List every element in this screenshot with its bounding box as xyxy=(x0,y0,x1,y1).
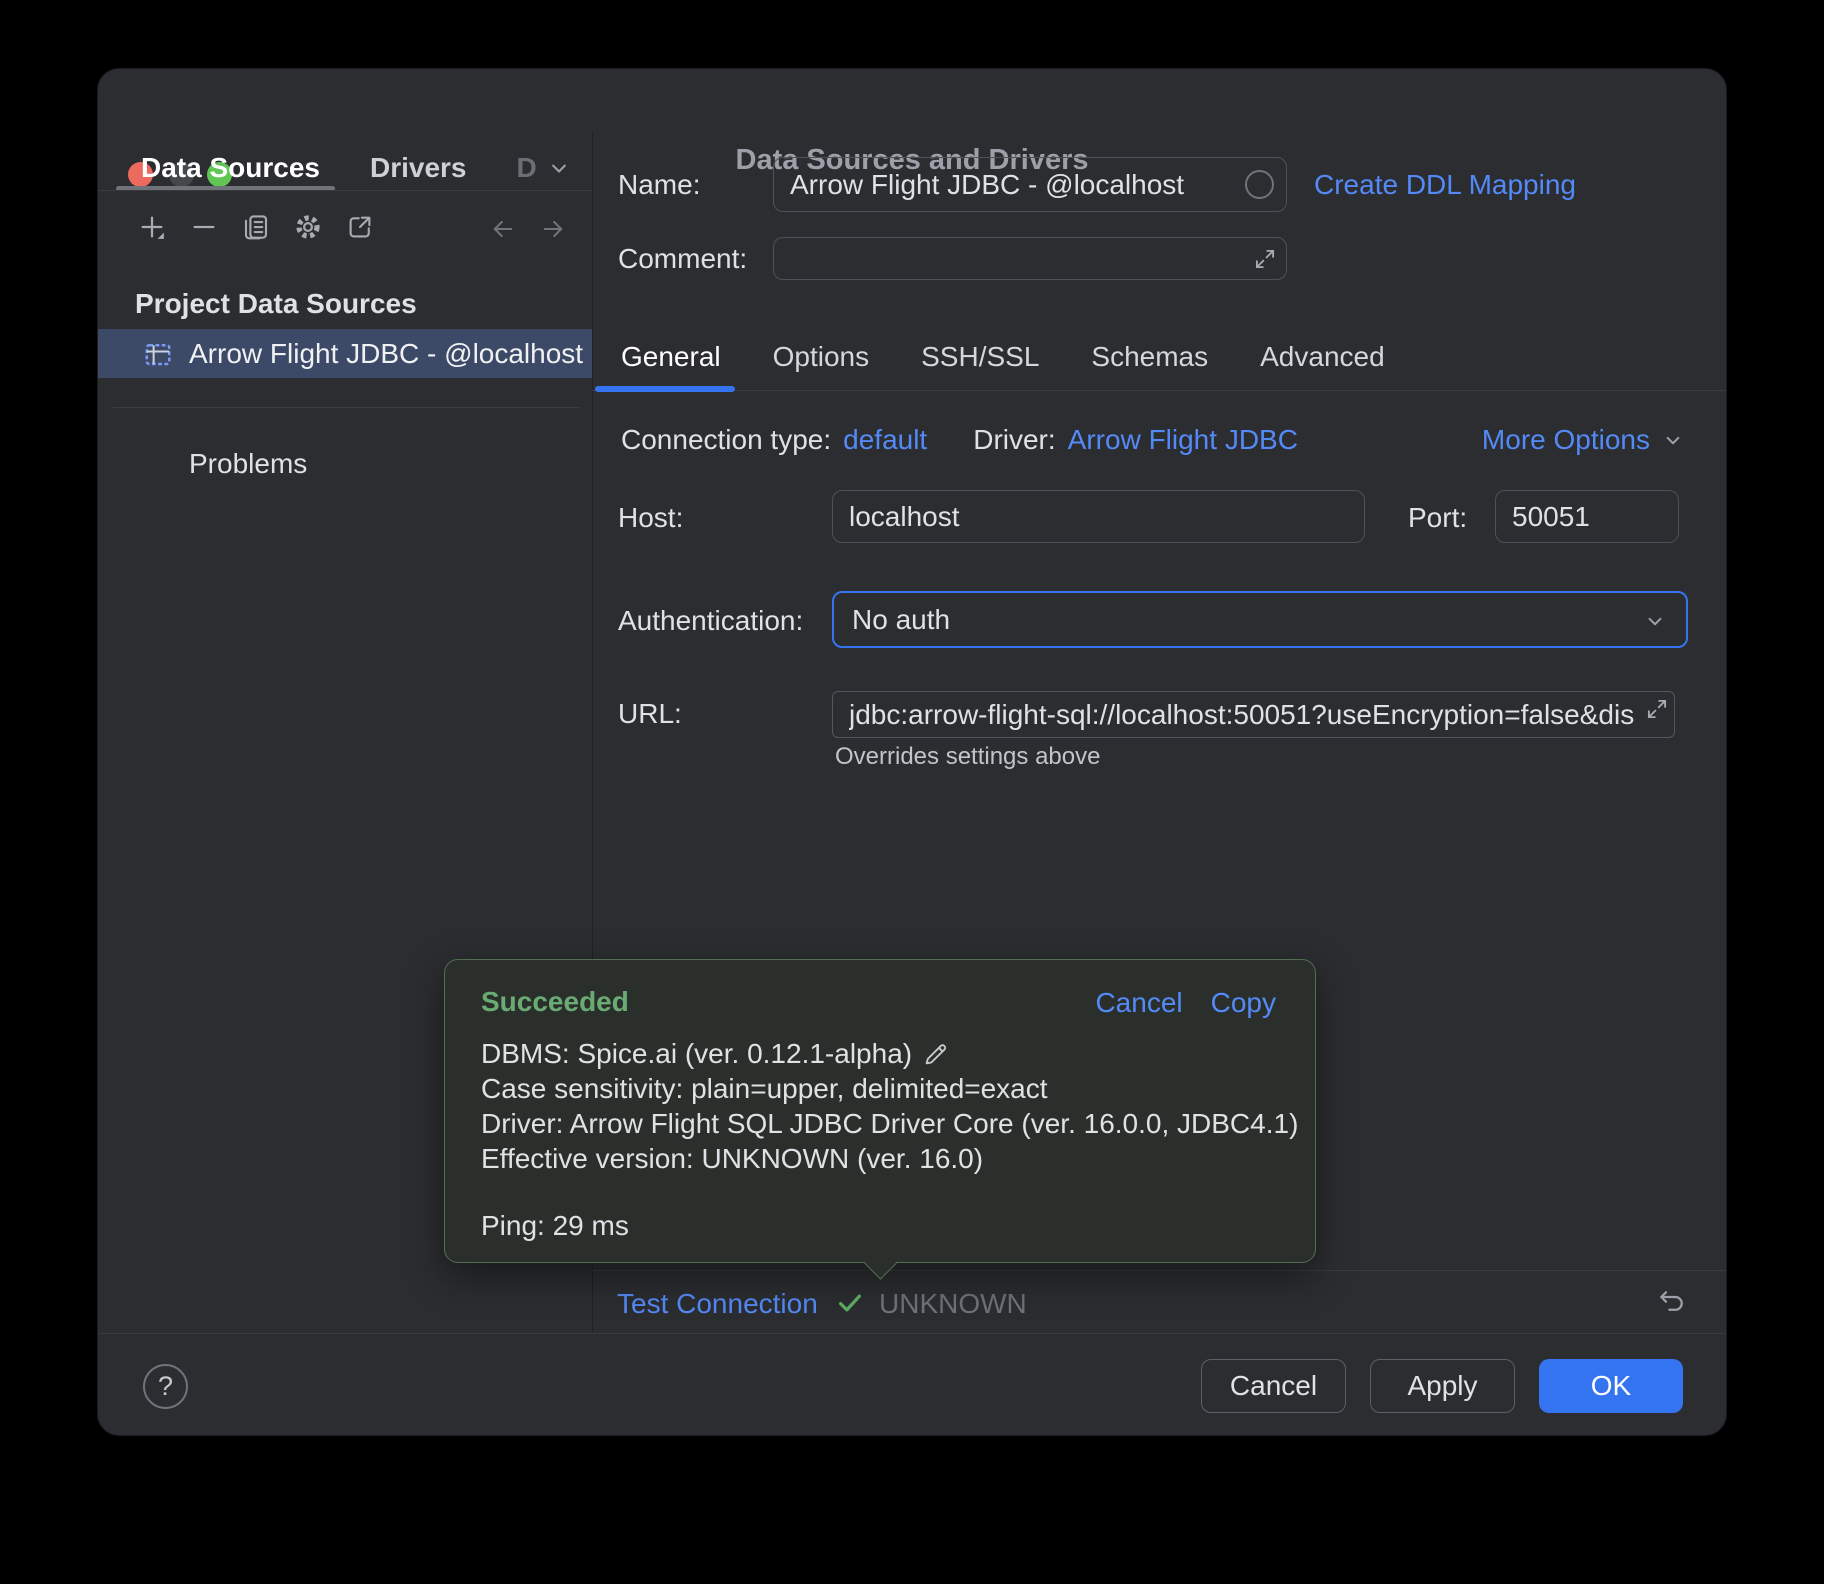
url-hint: Overrides settings above xyxy=(835,743,1100,771)
test-connection-popup: Succeeded Cancel Copy DBMS: Spice.ai (ve… xyxy=(444,959,1316,1263)
comment-input[interactable] xyxy=(774,238,1286,279)
driver-label: Driver: xyxy=(973,423,1055,457)
url-field[interactable] xyxy=(832,691,1675,738)
add-icon[interactable] xyxy=(136,211,168,243)
color-swatch-icon[interactable] xyxy=(1245,170,1274,199)
open-in-new-icon[interactable] xyxy=(344,211,376,243)
create-ddl-mapping-link[interactable]: Create DDL Mapping xyxy=(1314,168,1576,202)
connection-status: UNKNOWN xyxy=(879,1287,1027,1321)
host-input[interactable] xyxy=(833,491,1364,542)
connection-type-value[interactable]: default xyxy=(843,423,927,457)
ok-button[interactable]: OK xyxy=(1539,1359,1683,1413)
form-tabstrip-border xyxy=(592,390,1727,391)
popup-line-ping: Ping: 29 ms xyxy=(481,1210,629,1242)
tab-general[interactable]: General xyxy=(621,341,721,373)
gear-icon[interactable] xyxy=(292,211,324,243)
sidebar-toolbar xyxy=(136,211,376,243)
url-input[interactable] xyxy=(833,692,1674,737)
datasource-label: Arrow Flight JDBC - @localhost xyxy=(189,329,583,378)
forward-arrow-icon[interactable] xyxy=(539,213,567,245)
remove-icon[interactable] xyxy=(188,211,220,243)
port-input[interactable] xyxy=(1496,491,1678,542)
undo-icon[interactable] xyxy=(1656,1285,1688,1317)
tab-options[interactable]: Options xyxy=(773,341,870,373)
name-field[interactable] xyxy=(773,157,1287,212)
datasource-list-item[interactable]: Arrow Flight JDBC - @localhost xyxy=(98,329,592,378)
tab-advanced[interactable]: Advanced xyxy=(1260,341,1385,373)
help-button[interactable]: ? xyxy=(143,1364,188,1409)
apply-button[interactable]: Apply xyxy=(1370,1359,1515,1413)
section-title: Project Data Sources xyxy=(135,287,417,321)
popup-cancel-link[interactable]: Cancel xyxy=(1095,986,1182,1020)
pencil-icon[interactable] xyxy=(922,1040,950,1068)
port-label: Port: xyxy=(1408,501,1467,535)
port-field[interactable] xyxy=(1495,490,1679,543)
desktop: Data Sources and Drivers Data Sources Dr… xyxy=(0,0,1824,1584)
test-connection-bar: Test Connection UNKNOWN xyxy=(592,1270,1727,1333)
popup-line-effective: Effective version: UNKNOWN (ver. 16.0) xyxy=(481,1143,983,1175)
popup-copy-link[interactable]: Copy xyxy=(1211,986,1276,1020)
popup-line-case: Case sensitivity: plain=upper, delimited… xyxy=(481,1073,1048,1105)
authentication-value: No auth xyxy=(852,603,950,637)
sidebar-divider xyxy=(113,407,580,408)
help-glyph: ? xyxy=(158,1371,173,1402)
driver-value-link[interactable]: Arrow Flight JDBC xyxy=(1068,423,1298,457)
cancel-button[interactable]: Cancel xyxy=(1201,1359,1346,1413)
form-tabstrip: General Options SSH/SSL Schemas Advanced xyxy=(621,341,1385,373)
name-input[interactable] xyxy=(774,158,1286,211)
tab-schemas[interactable]: Schemas xyxy=(1091,341,1208,373)
datasource-icon xyxy=(143,339,173,369)
chevron-down-icon[interactable] xyxy=(545,154,573,182)
host-label: Host: xyxy=(618,501,683,535)
chevron-down-icon xyxy=(1642,608,1668,634)
nav-arrows xyxy=(489,213,567,245)
status-badge: Succeeded xyxy=(481,986,629,1018)
authentication-select[interactable]: No auth xyxy=(832,591,1688,648)
authentication-label: Authentication: xyxy=(618,604,803,638)
popup-line-driver: Driver: Arrow Flight SQL JDBC Driver Cor… xyxy=(481,1108,1298,1140)
host-field[interactable] xyxy=(832,490,1365,543)
test-connection-link[interactable]: Test Connection xyxy=(617,1287,818,1321)
expand-icon[interactable] xyxy=(1252,246,1278,272)
sidebar-tab-drivers[interactable]: Drivers xyxy=(370,152,467,184)
duplicate-icon[interactable] xyxy=(240,211,272,243)
back-arrow-icon[interactable] xyxy=(489,213,517,245)
sidebar-tab-data-sources[interactable]: Data Sources xyxy=(141,152,320,184)
popup-line-dbms: DBMS: Spice.ai (ver. 0.12.1-alpha) xyxy=(481,1038,912,1070)
name-label: Name: xyxy=(618,168,700,202)
url-label: URL: xyxy=(618,697,682,731)
expand-icon[interactable] xyxy=(1644,696,1670,722)
connection-type-label: Connection type: xyxy=(621,423,831,457)
comment-field[interactable] xyxy=(773,237,1287,280)
sidebar-tabstrip-border xyxy=(98,190,592,191)
sidebar-item-problems[interactable]: Problems xyxy=(189,447,307,481)
active-form-tab-underline xyxy=(595,386,735,392)
more-options[interactable]: More Options xyxy=(1482,423,1686,457)
chevron-down-icon xyxy=(1660,427,1686,453)
sidebar-tab-overflow[interactable]: D xyxy=(516,152,536,184)
check-icon xyxy=(835,1288,865,1318)
data-sources-dialog: Data Sources and Drivers Data Sources Dr… xyxy=(97,68,1727,1436)
tab-ssh-ssl[interactable]: SSH/SSL xyxy=(921,341,1039,373)
more-options-label[interactable]: More Options xyxy=(1482,423,1650,457)
comment-label: Comment: xyxy=(618,242,747,276)
